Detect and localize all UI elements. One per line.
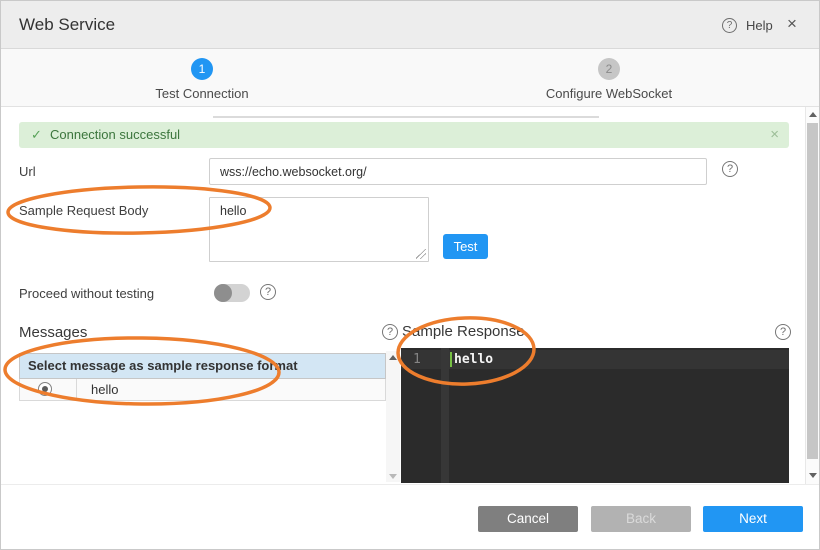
messages-scroll-down-icon[interactable]: [389, 474, 397, 479]
step-1-label: Test Connection: [122, 86, 282, 101]
content-bottom-border: [1, 484, 820, 485]
success-banner: ✓ Connection successful ×: [19, 122, 789, 148]
editor-line-number: 1: [413, 352, 421, 367]
step-2-circle[interactable]: 2: [598, 58, 620, 80]
web-service-dialog: Web Service ? Help × 1 Test Connection 2…: [0, 0, 820, 550]
dialog-header: Web Service ? Help ×: [1, 1, 819, 49]
back-button[interactable]: Back: [591, 506, 691, 532]
help-link[interactable]: Help: [746, 18, 773, 33]
message-row[interactable]: [19, 379, 386, 401]
banner-close-icon[interactable]: ×: [770, 122, 779, 148]
stepper-connector-line: [213, 116, 599, 118]
messages-scroll-up-icon[interactable]: [389, 355, 397, 360]
editor-caret: [450, 352, 452, 367]
editor-code-line: hello: [454, 352, 493, 367]
proceed-help-icon[interactable]: ?: [260, 284, 276, 300]
message-radio-selected[interactable]: [38, 382, 52, 396]
main-scrollbar-thumb[interactable]: [807, 123, 818, 459]
check-icon: ✓: [31, 122, 42, 148]
sample-response-heading: Sample Response: [402, 323, 525, 340]
main-scroll-up-icon[interactable]: [809, 112, 817, 117]
sample-response-editor[interactable]: 1 hello: [401, 348, 789, 483]
next-button[interactable]: Next: [703, 506, 803, 532]
url-input[interactable]: [209, 158, 707, 185]
main-scroll-down-icon[interactable]: [809, 473, 817, 478]
step-1-circle[interactable]: 1: [191, 58, 213, 80]
help-circle-icon[interactable]: ?: [722, 18, 737, 33]
page-title: Web Service: [19, 15, 115, 35]
test-button[interactable]: Test: [443, 234, 488, 259]
success-banner-text: Connection successful: [50, 122, 180, 148]
messages-heading: Messages: [19, 324, 87, 341]
messages-help-icon[interactable]: ?: [382, 324, 398, 340]
editor-gutter-divider: [441, 348, 449, 483]
step-2-label: Configure WebSocket: [529, 86, 689, 101]
sample-response-help-icon[interactable]: ?: [775, 324, 791, 340]
url-help-icon[interactable]: ?: [722, 161, 738, 177]
close-icon[interactable]: ×: [787, 14, 797, 34]
sample-request-body-label: Sample Request Body: [19, 203, 148, 218]
cancel-button[interactable]: Cancel: [478, 506, 578, 532]
radio-dot: [42, 386, 48, 392]
textarea-resize-handle-icon[interactable]: [416, 249, 426, 259]
proceed-without-testing-label: Proceed without testing: [19, 286, 154, 301]
messages-scrollbar[interactable]: [386, 351, 400, 482]
messages-table-header: Select message as sample response format: [19, 353, 386, 379]
sample-request-body-input[interactable]: hello: [209, 197, 429, 262]
proceed-toggle-knob[interactable]: [214, 284, 232, 302]
table-cell-divider: [76, 379, 77, 401]
url-label: Url: [19, 164, 36, 179]
message-row-text: hello: [91, 379, 118, 401]
